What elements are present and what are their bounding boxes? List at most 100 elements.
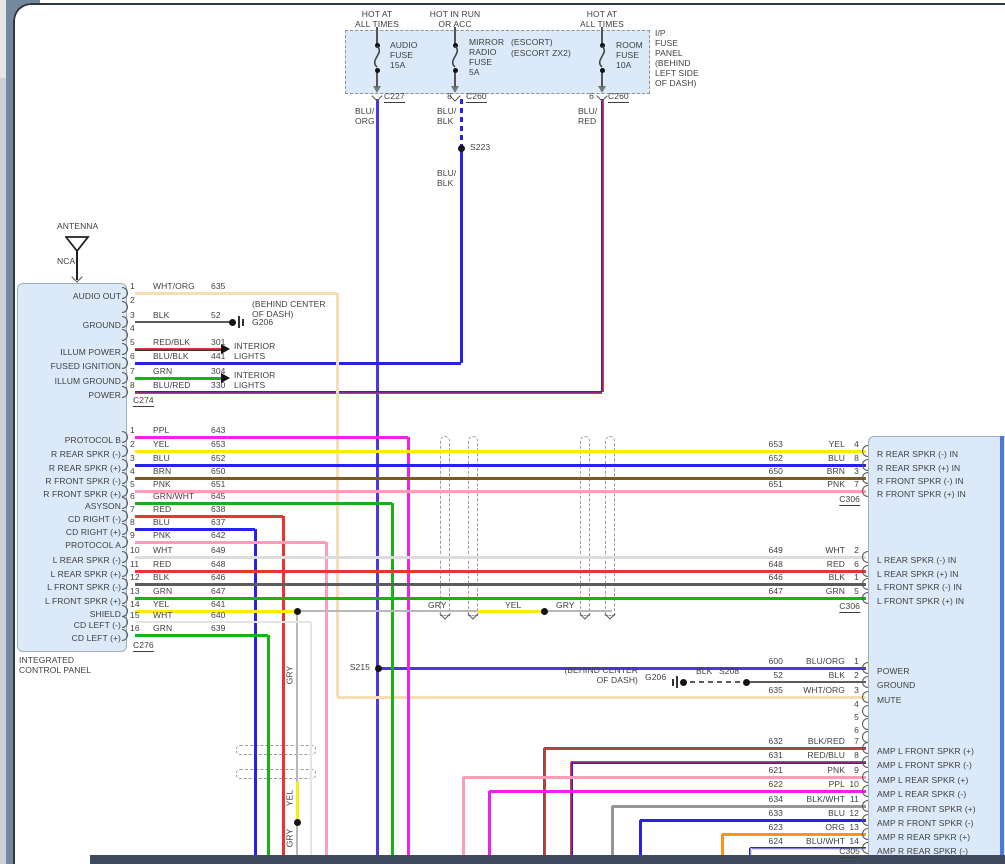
- label: LIGHTS: [234, 352, 265, 361]
- label: HOT IN RUN: [430, 10, 480, 19]
- label: GRY: [286, 666, 295, 685]
- label: CONTROL PANEL: [19, 666, 91, 675]
- pin-number: 10: [849, 780, 859, 789]
- pin-hook: [862, 662, 868, 674]
- wire-amp-lf-neg-red-blu: [571, 761, 866, 764]
- pin-hook: [862, 565, 868, 577]
- antenna-icon: [65, 236, 91, 254]
- label: ALL TIMES: [355, 20, 399, 29]
- pin-number: 7: [130, 367, 135, 376]
- pin-number: 12: [130, 573, 140, 582]
- pin-hook: [862, 578, 868, 590]
- circuit-number-label: 634: [769, 795, 783, 804]
- pin-hook: [862, 828, 868, 840]
- label: ORG: [355, 117, 375, 126]
- wire-color-label: BLU: [828, 454, 845, 463]
- pin-number: 4: [854, 700, 859, 709]
- circuit-number-label: 635: [769, 686, 783, 695]
- pin-label: PROTOCOL B: [65, 436, 121, 445]
- wire-room-feed-blu-red: [135, 391, 602, 394]
- wire-color-label: BLK: [153, 311, 169, 320]
- circuit-number-label: 633: [769, 809, 783, 818]
- pin-number: 1: [130, 426, 135, 435]
- wire-color-label: BLU/ORG: [806, 657, 845, 666]
- wire-amp-lr-neg-ppl: [489, 790, 866, 793]
- pin-hook: [862, 800, 868, 812]
- wire-color-label: BLU: [153, 518, 170, 527]
- pin-number: 8: [854, 751, 859, 760]
- circuit-number-label: 648: [769, 560, 783, 569]
- wire-amp-ground-blk: [746, 681, 866, 683]
- pin-number: 6: [854, 726, 859, 735]
- wire-mirror-radio-feed-blu-blk: [135, 362, 461, 365]
- label: ANTENNA: [57, 222, 98, 231]
- label: (BEHIND: [655, 59, 691, 68]
- circuit-number-label: 641: [211, 600, 225, 609]
- wire-mirror-radio-feed-blu-blk: [460, 99, 463, 148]
- wire-shield-gry: [296, 611, 298, 782]
- wire-color-label: PPL: [153, 426, 169, 435]
- label: YEL: [505, 601, 521, 610]
- circuit-number-label: 645: [211, 492, 225, 501]
- pin-label: AMP L FRONT SPKR (-): [877, 761, 972, 770]
- circuit-number-label: 649: [769, 546, 783, 555]
- label: 8: [447, 92, 452, 101]
- wire-color-label: GRN: [153, 624, 172, 633]
- pin-hook: [862, 705, 868, 717]
- wire-amp-lr-pos-pnk: [463, 776, 866, 779]
- wire-color-label: BLK/RED: [808, 737, 845, 746]
- label: GRY: [556, 601, 575, 610]
- wire-l-front-spkr-neg-blk: [135, 583, 866, 586]
- wire-cd-left-pos-grn: [135, 634, 268, 637]
- splice-dot: [229, 319, 236, 326]
- circuit-number-label: 639: [211, 624, 225, 633]
- wire-color-label: YEL: [829, 440, 845, 449]
- pin-label: R FRONT SPKR (+) IN: [877, 490, 966, 499]
- circuit-number-label: 632: [769, 737, 783, 746]
- pin-number: 13: [130, 587, 140, 596]
- pin-label: L REAR SPKR (-): [53, 556, 121, 565]
- pin-number: 9: [854, 766, 859, 775]
- wire-protocol-b-ppl: [135, 436, 408, 439]
- label: (BEHIND CENTER: [564, 666, 638, 675]
- wire-color-label: GRN: [153, 587, 172, 596]
- wire-color-label: BLK: [829, 573, 845, 582]
- pin-label: CD RIGHT (+): [66, 528, 121, 537]
- label: YEL: [286, 790, 295, 806]
- pin-label: L REAR SPKR (+) IN: [877, 570, 959, 579]
- pin-label: POWER: [88, 391, 121, 400]
- label: BLU/: [437, 107, 456, 116]
- wire-audio-out-wht-org: [135, 292, 337, 295]
- pin-label: POWER: [877, 667, 910, 676]
- pin-number: 9: [130, 531, 135, 540]
- pin-number: 3: [854, 686, 859, 695]
- wire-color-label: RED: [153, 505, 171, 514]
- label: (BEHIND CENTER: [252, 300, 326, 309]
- wire-color-label: BLU/WHT: [806, 837, 845, 846]
- wire-color-label: BLK/WHT: [807, 795, 845, 804]
- wire-shield-gry: [296, 822, 298, 855]
- circuit-number-label: 635: [211, 282, 225, 291]
- circuit-number-label: 646: [769, 573, 783, 582]
- circuit-number-label: 622: [769, 780, 783, 789]
- label: RADIO: [469, 48, 496, 57]
- label: 15A: [390, 61, 405, 70]
- label: S208: [719, 667, 739, 676]
- pin-label: MUTE: [877, 696, 901, 705]
- wire-color-label: WHT/ORG: [803, 686, 845, 695]
- label: HOT AT: [362, 10, 393, 19]
- pin-label: FUSED IGNITION: [51, 362, 121, 371]
- pin-number: 12: [849, 809, 859, 818]
- pin-number: 4: [130, 324, 135, 333]
- circuit-number-label: 650: [769, 467, 783, 476]
- label: OR ACC: [438, 20, 471, 29]
- right-edge-line: [1000, 436, 1004, 864]
- pin-label: ASYSON: [85, 502, 121, 511]
- wire-shield-gry: [297, 610, 478, 612]
- wire-r-front-spkr-pos-pnk: [135, 490, 866, 493]
- pin-label: R REAR SPKR (+): [49, 464, 121, 473]
- wire-cd-right-pos-blu: [254, 529, 257, 855]
- pin-number: 2: [854, 546, 859, 555]
- circuit-number-label: 301: [211, 338, 225, 347]
- wire-cd-left-neg-wht: [310, 622, 312, 855]
